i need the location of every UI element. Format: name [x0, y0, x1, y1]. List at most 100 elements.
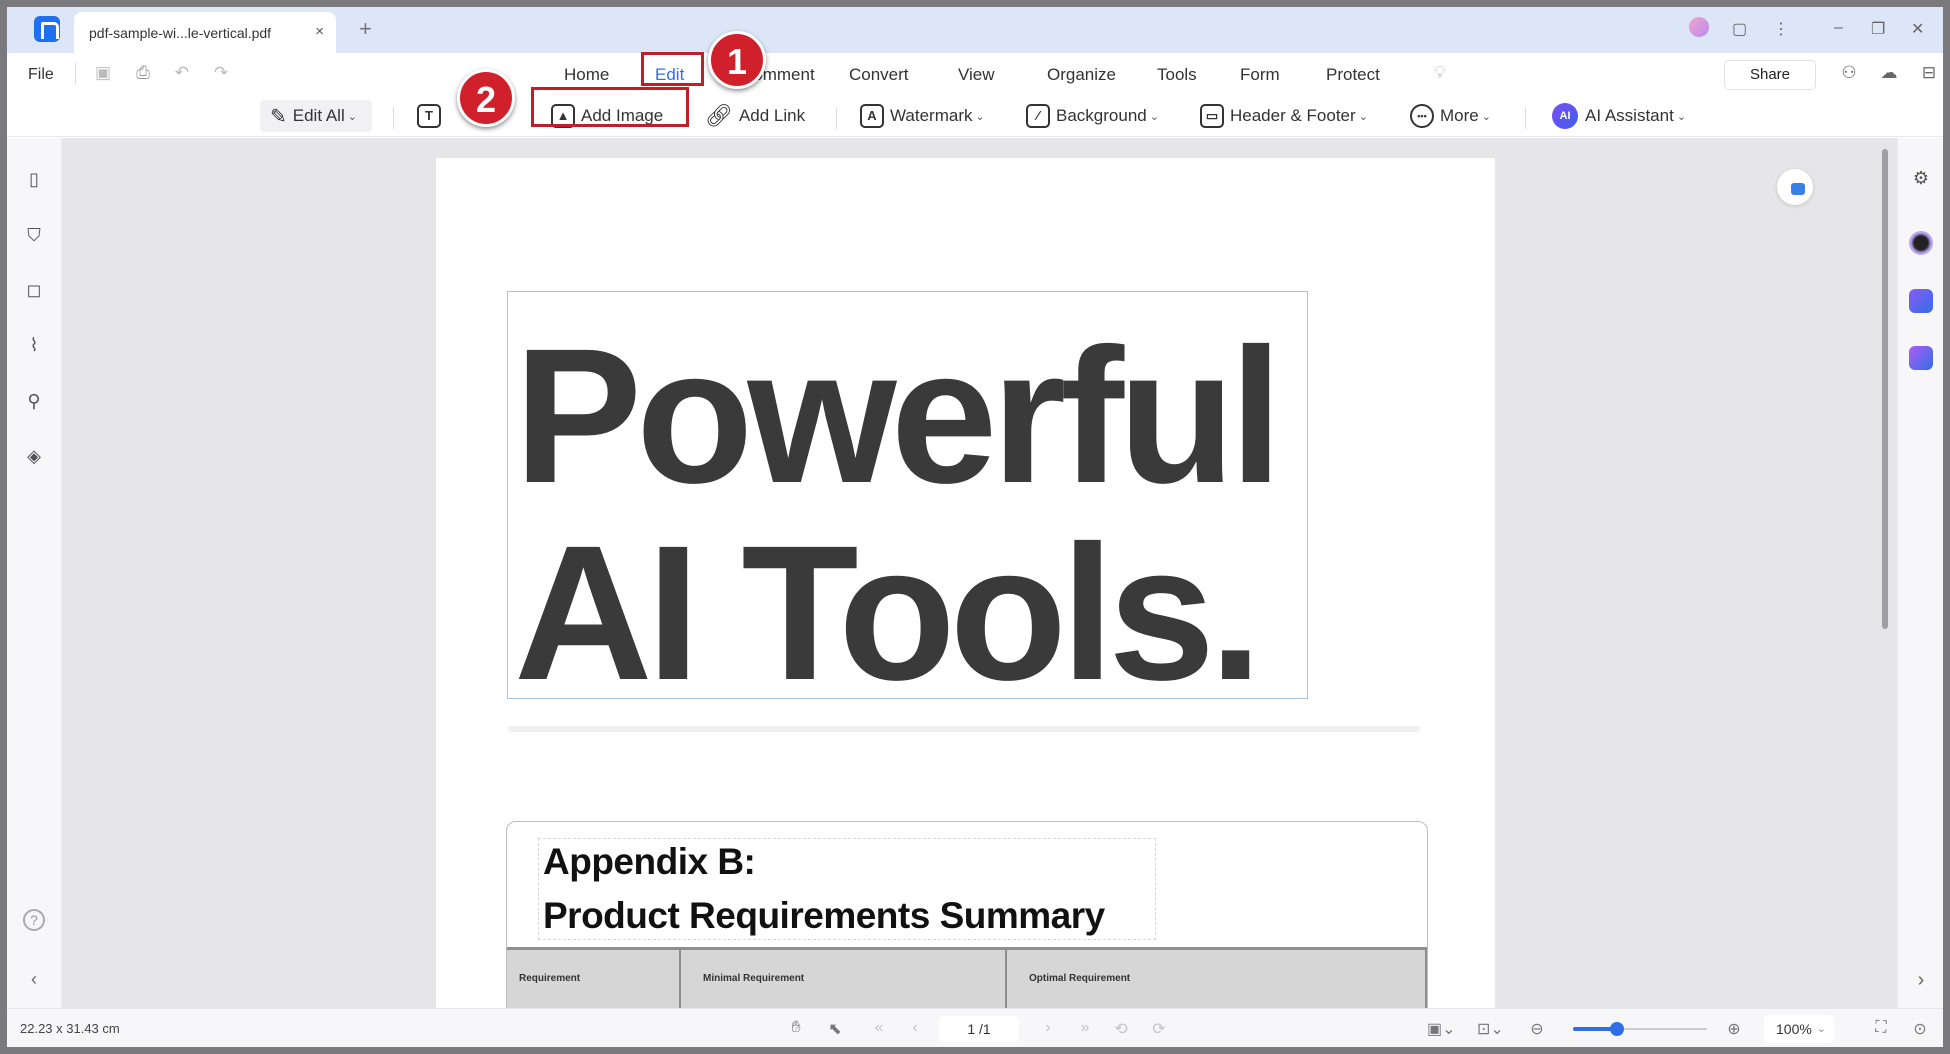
- table-header: Minimal Requirement: [703, 973, 805, 984]
- collapse-ribbon-icon[interactable]: ⊟: [1920, 64, 1938, 82]
- hero-line-2: AI Tools.: [514, 505, 1262, 720]
- cloud-upload-icon[interactable]: ☁: [1880, 64, 1898, 82]
- chevron-down-icon: ⌄: [347, 110, 357, 123]
- last-page-icon[interactable]: »: [1075, 1019, 1095, 1037]
- rotate-right-icon[interactable]: ⟳: [1149, 1019, 1169, 1039]
- pen-edit-icon: ✎: [270, 105, 287, 128]
- edit-ribbon: ✎ Edit All ⌄ T ▲ Add Image 🔗︎ Add Link A…: [7, 95, 1943, 137]
- step-1-marker: 1: [708, 31, 766, 89]
- previous-page-icon[interactable]: ‹: [905, 1019, 925, 1037]
- tab-title: pdf-sample-wi...le-vertical.pdf: [89, 25, 272, 41]
- header-footer-button[interactable]: ▭ Header & Footer ⌄: [1200, 100, 1368, 132]
- chevron-down-icon: ⌄: [1481, 110, 1491, 123]
- restore-button[interactable]: ❐: [1871, 19, 1885, 39]
- title-bar: pdf-sample-wi...le-vertical.pdf × + ▢ ⋮ …: [7, 7, 1943, 53]
- hand-tool-icon[interactable]: ✋︎: [786, 1019, 806, 1037]
- first-page-icon[interactable]: «: [869, 1019, 889, 1037]
- layers-icon[interactable]: ◈: [23, 445, 45, 467]
- watermark-button[interactable]: A Watermark ⌄: [860, 100, 985, 132]
- app-logo-icon: [34, 16, 60, 42]
- zoom-out-icon[interactable]: ⊖: [1527, 1019, 1547, 1039]
- appendix-heading: Appendix B:: [543, 841, 756, 882]
- feedback-icon[interactable]: ▢: [1732, 19, 1747, 39]
- appendix-title-box[interactable]: Appendix B: Product Requirements Summary: [538, 838, 1156, 940]
- edit-all-label: Edit All: [292, 106, 345, 125]
- tab-protect[interactable]: Protect: [1326, 65, 1380, 85]
- ai-chat-icon[interactable]: [1909, 231, 1933, 255]
- divider: [836, 107, 837, 129]
- tab-home[interactable]: Home: [564, 65, 609, 85]
- workflow-icon[interactable]: ⚇: [1840, 64, 1858, 82]
- chevron-down-icon: ⌄: [1358, 110, 1368, 123]
- zoom-level-select[interactable]: 100% ⌄: [1764, 1015, 1834, 1043]
- help-icon[interactable]: ?: [23, 909, 45, 931]
- zoom-slider-handle[interactable]: [1610, 1022, 1625, 1036]
- background-icon: ⁄: [1026, 104, 1050, 128]
- tab-view[interactable]: View: [958, 65, 995, 85]
- edit-all-button[interactable]: ✎ Edit All ⌄: [260, 100, 372, 132]
- hero-text-box[interactable]: Powerful AI Tools.: [507, 291, 1308, 709]
- background-button[interactable]: ⁄ Background ⌄: [1026, 100, 1159, 132]
- collapse-left-icon[interactable]: ‹: [23, 968, 45, 990]
- thumbnails-icon[interactable]: ▯: [23, 168, 45, 190]
- undo-icon[interactable]: ↶: [173, 64, 191, 82]
- add-text-button[interactable]: T: [417, 100, 447, 132]
- redo-icon[interactable]: ↷: [212, 64, 230, 82]
- edit-tab-highlight: [641, 52, 704, 86]
- tab-close-icon[interactable]: ×: [315, 23, 324, 40]
- link-icon: 🔗︎: [705, 103, 733, 128]
- close-window-button[interactable]: ✕: [1911, 19, 1924, 39]
- save-icon[interactable]: ▣: [94, 64, 112, 82]
- minimize-button[interactable]: –: [1834, 19, 1843, 37]
- proofread-icon[interactable]: [1909, 346, 1933, 370]
- file-menu[interactable]: File: [28, 66, 54, 84]
- divider: [1525, 107, 1526, 129]
- tab-organize[interactable]: Organize: [1047, 65, 1116, 85]
- tab-convert[interactable]: Convert: [849, 65, 909, 85]
- read-mode-icon[interactable]: ⊡⌄: [1477, 1019, 1504, 1039]
- page-number-input[interactable]: 1 /1: [939, 1016, 1019, 1042]
- share-button[interactable]: Share: [1724, 60, 1816, 90]
- chevron-down-icon: ⌄: [1676, 110, 1687, 123]
- lightbulb-icon[interactable]: 💡︎: [1431, 64, 1449, 82]
- add-link-button[interactable]: 🔗︎ Add Link: [705, 100, 805, 132]
- more-dots-icon: •••: [1410, 104, 1434, 128]
- new-tab-button[interactable]: +: [359, 16, 372, 42]
- properties-icon[interactable]: ⚙: [1909, 168, 1933, 192]
- page-layout-icon[interactable]: ▣⌄: [1427, 1019, 1456, 1039]
- vertical-scrollbar[interactable]: [1882, 149, 1888, 629]
- add-link-label: Add Link: [738, 106, 806, 125]
- more-button[interactable]: ••• More ⌄: [1410, 100, 1491, 132]
- collapse-right-icon[interactable]: ›: [1909, 969, 1933, 993]
- divider-rule: [508, 726, 1420, 732]
- print-icon[interactable]: ⎙: [134, 64, 152, 82]
- left-sidebar: ▯ ⛉ ◻ ⌇ ⚲ ◈ ? ‹: [7, 138, 62, 1008]
- comment-icon[interactable]: ◻: [23, 279, 45, 301]
- header-footer-label: Header & Footer: [1230, 106, 1356, 125]
- bookmark-icon[interactable]: ⛉: [23, 224, 45, 246]
- select-tool-icon[interactable]: ⬉: [825, 1019, 845, 1039]
- ai-assistant-button[interactable]: AI AI Assistant ⌄: [1552, 100, 1686, 132]
- next-page-icon[interactable]: ›: [1038, 1019, 1058, 1037]
- tab-form[interactable]: Form: [1240, 65, 1280, 85]
- chevron-down-icon: ⌄: [975, 110, 985, 123]
- document-tab[interactable]: pdf-sample-wi...le-vertical.pdf ×: [74, 12, 336, 53]
- divider: [393, 107, 394, 129]
- ai-assistant-label: AI Assistant: [1585, 106, 1674, 125]
- pdf-page: Powerful AI Tools. Appendix B: Product R…: [436, 158, 1495, 1047]
- scroll-mode-icon[interactable]: ⊙: [1910, 1019, 1930, 1039]
- text-icon: T: [417, 104, 441, 128]
- search-icon[interactable]: ⚲: [23, 390, 45, 412]
- right-sidebar: ⚙ ›: [1897, 138, 1943, 1008]
- zoom-in-icon[interactable]: ⊕: [1724, 1019, 1744, 1039]
- tab-tools[interactable]: Tools: [1157, 65, 1197, 85]
- translate-icon[interactable]: [1909, 289, 1933, 313]
- rotate-left-icon[interactable]: ⟲: [1111, 1019, 1131, 1039]
- user-avatar[interactable]: [1689, 17, 1709, 37]
- translate-float-button[interactable]: [1777, 169, 1813, 205]
- attachment-icon[interactable]: ⌇: [23, 334, 45, 356]
- zoom-level-value: 100%: [1776, 1021, 1812, 1037]
- zoom-slider[interactable]: [1573, 1022, 1707, 1036]
- more-options-icon[interactable]: ⋮: [1773, 19, 1789, 39]
- fit-page-icon[interactable]: ⛶: [1871, 1019, 1891, 1037]
